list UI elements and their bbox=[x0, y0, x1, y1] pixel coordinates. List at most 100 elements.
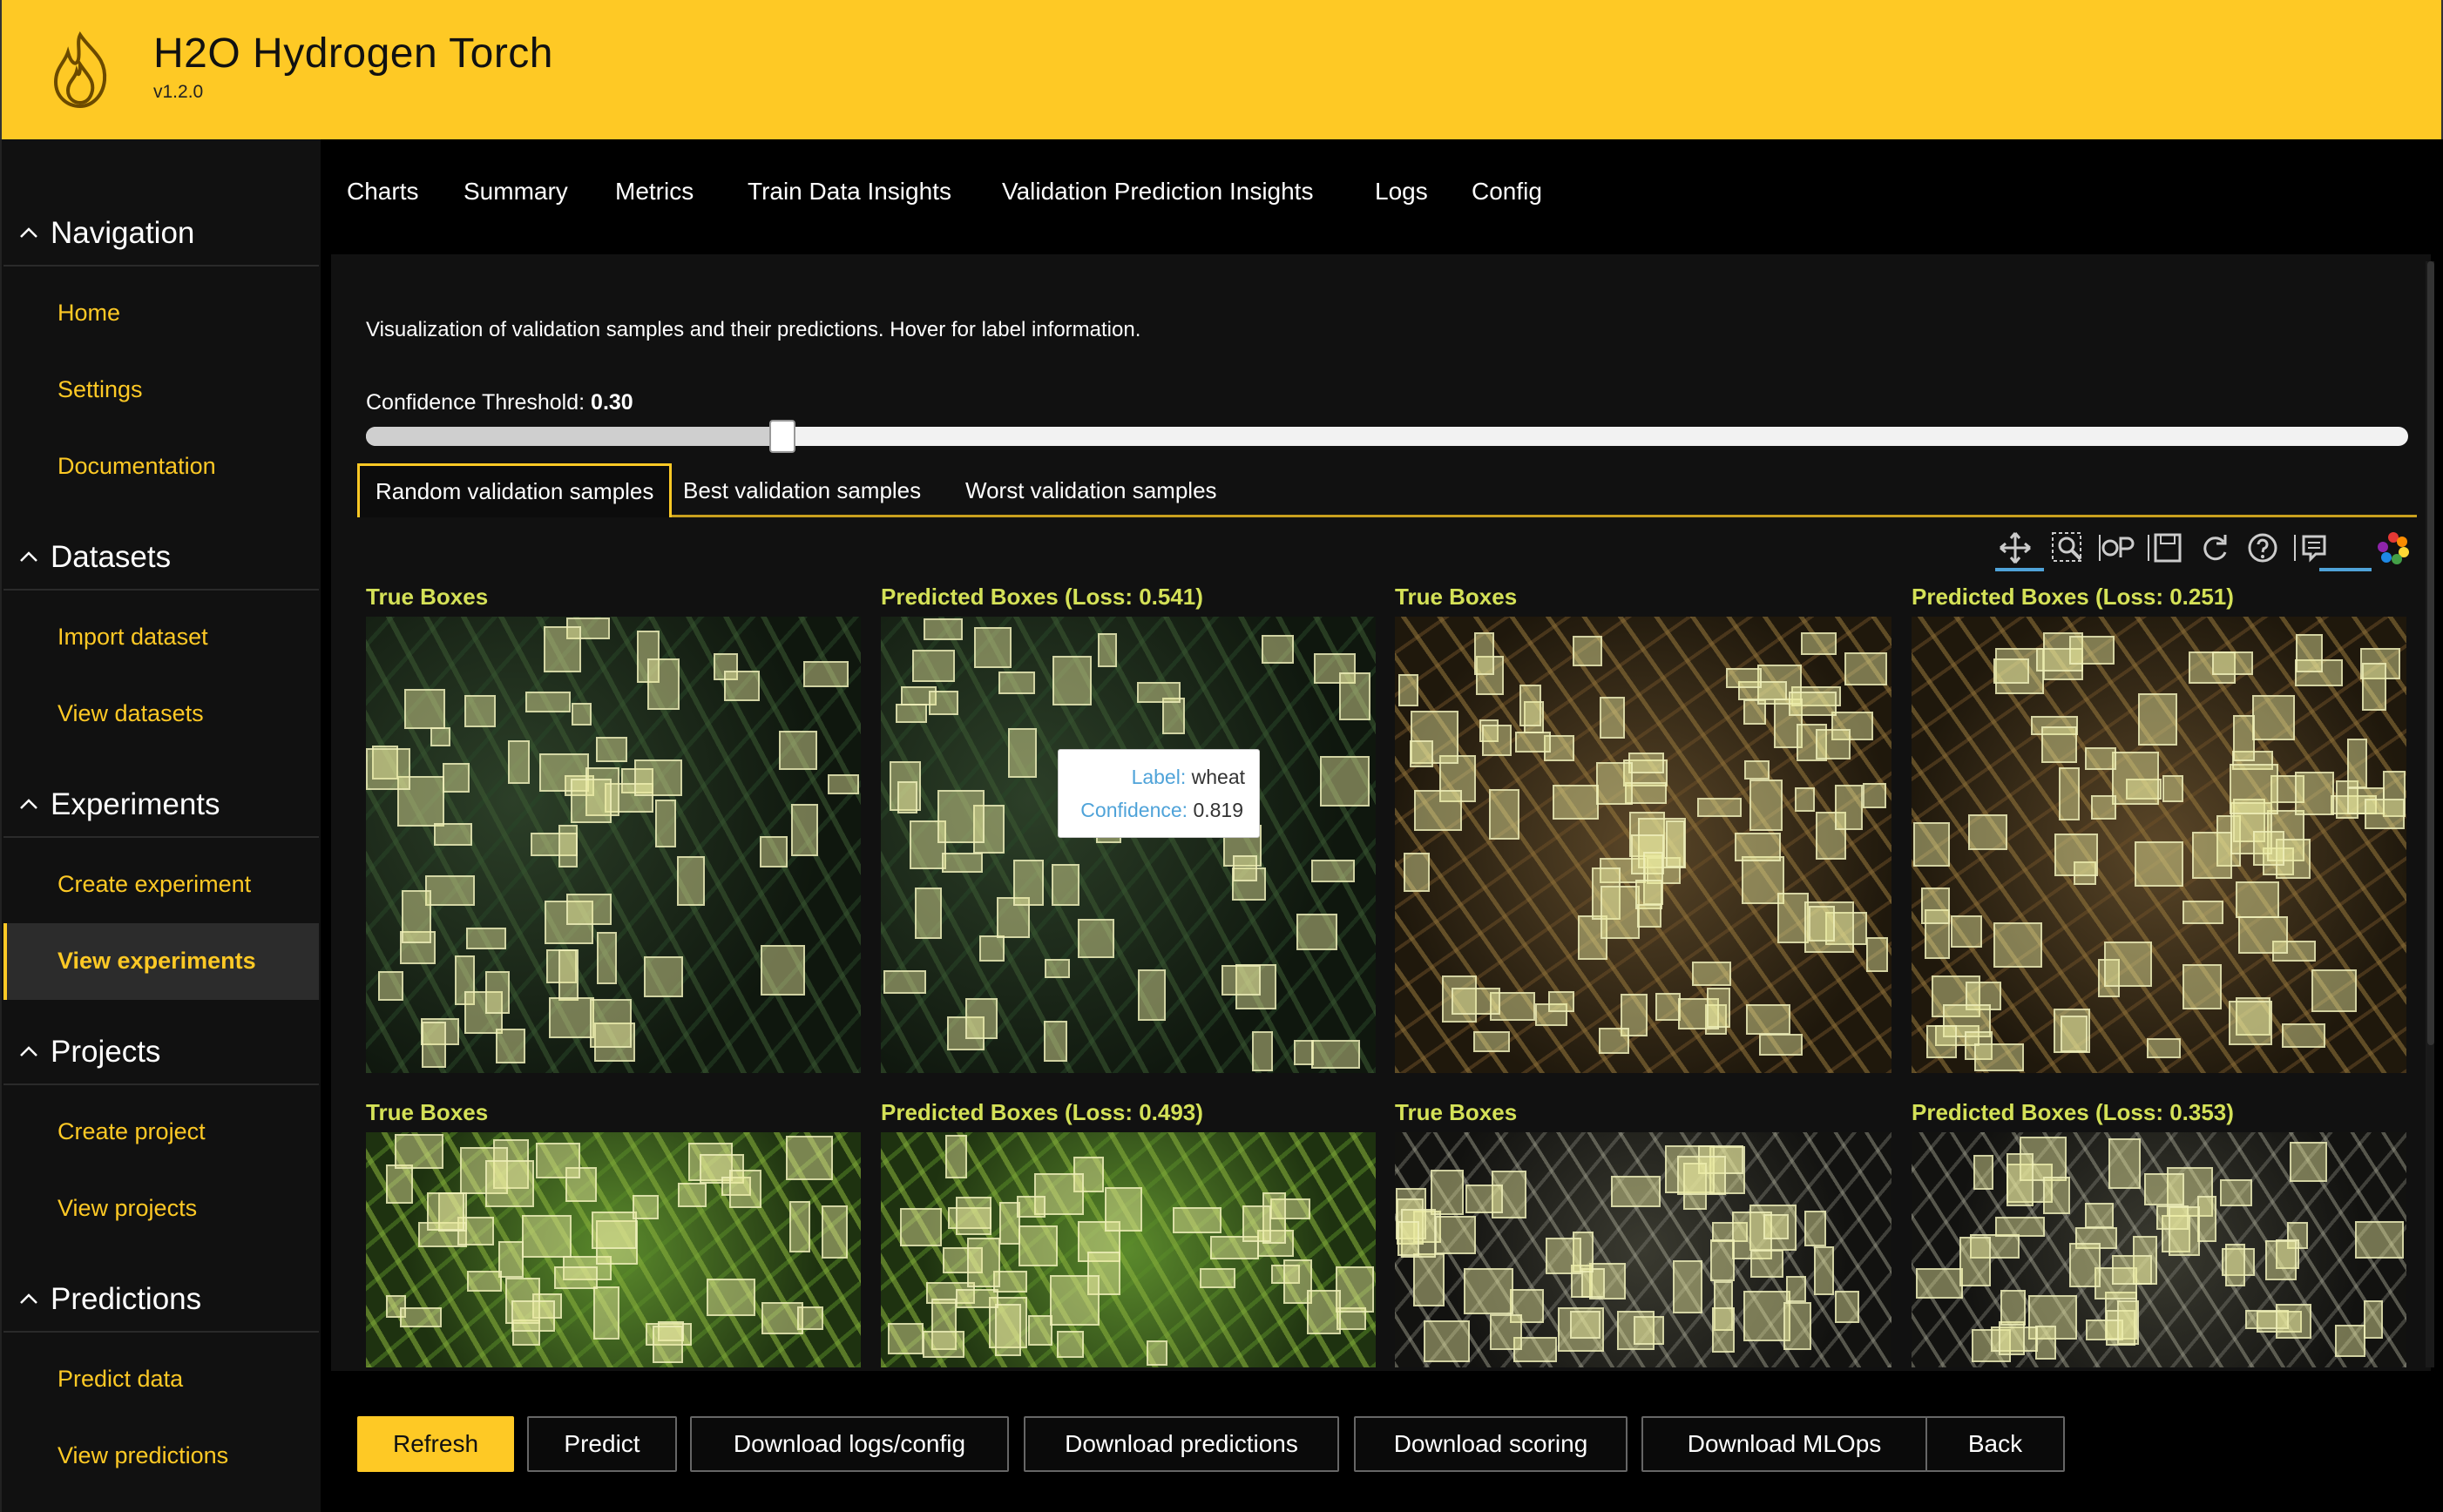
sidebar-item-view-datasets[interactable]: View datasets bbox=[3, 676, 319, 753]
bounding-box[interactable] bbox=[2007, 1153, 2034, 1206]
bounding-box[interactable] bbox=[1801, 632, 1837, 655]
bounding-box[interactable] bbox=[2147, 1038, 2181, 1058]
bounding-box[interactable] bbox=[1786, 1276, 1806, 1302]
predicted-boxes-image[interactable] bbox=[1912, 617, 2406, 1073]
bounding-box[interactable] bbox=[366, 748, 410, 790]
bounding-box[interactable] bbox=[1634, 1316, 1664, 1345]
confidence-threshold-slider[interactable] bbox=[366, 427, 2408, 446]
bounding-box[interactable] bbox=[536, 1143, 580, 1178]
bounding-box[interactable] bbox=[1707, 988, 1730, 1028]
bounding-box[interactable] bbox=[1666, 820, 1685, 867]
hover-icon[interactable] bbox=[2291, 528, 2331, 568]
bounding-box[interactable] bbox=[2220, 1179, 2252, 1206]
bounding-box[interactable] bbox=[1044, 1021, 1067, 1062]
bounding-box[interactable] bbox=[1697, 798, 1742, 817]
bounding-box[interactable] bbox=[729, 1170, 761, 1208]
bounding-box[interactable] bbox=[1424, 1320, 1470, 1362]
sidebar-item-settings[interactable]: Settings bbox=[3, 352, 319, 429]
bounding-box[interactable] bbox=[1242, 1205, 1271, 1242]
bounding-box[interactable] bbox=[597, 932, 617, 984]
bounding-box[interactable] bbox=[2230, 764, 2278, 814]
bounding-box[interactable] bbox=[1677, 1156, 1726, 1195]
bounding-box[interactable] bbox=[1489, 789, 1519, 840]
bounding-box[interactable] bbox=[896, 704, 927, 723]
download-logs-config-button[interactable]: Download logs/config bbox=[690, 1416, 1009, 1472]
bounding-box[interactable] bbox=[2236, 881, 2279, 918]
bounding-box[interactable] bbox=[791, 804, 818, 856]
bounding-box[interactable] bbox=[2135, 841, 2183, 887]
scrollbar-thumb[interactable] bbox=[2427, 261, 2434, 1045]
bounding-box[interactable] bbox=[2362, 663, 2386, 711]
tab-summary[interactable]: Summary bbox=[464, 178, 568, 206]
bounding-box[interactable] bbox=[1435, 1216, 1476, 1254]
bounding-box[interactable] bbox=[425, 875, 475, 906]
bounding-box[interactable] bbox=[400, 1307, 442, 1327]
bounding-box[interactable] bbox=[1628, 753, 1664, 773]
bounding-box[interactable] bbox=[1515, 732, 1551, 753]
bounding-box[interactable] bbox=[2365, 799, 2405, 829]
bounding-box[interactable] bbox=[965, 998, 998, 1039]
bounding-box[interactable] bbox=[803, 661, 849, 687]
bounding-box[interactable] bbox=[2169, 1206, 2200, 1256]
bounding-box[interactable] bbox=[1835, 785, 1863, 830]
true-boxes-image[interactable] bbox=[366, 617, 861, 1073]
bounding-box[interactable] bbox=[508, 740, 530, 784]
bounding-box[interactable] bbox=[888, 1323, 924, 1354]
bounding-box[interactable] bbox=[967, 1238, 1000, 1287]
bounding-box[interactable] bbox=[1464, 1268, 1513, 1314]
bounding-box[interactable] bbox=[2043, 1177, 2070, 1214]
bounding-box[interactable] bbox=[2108, 1138, 2141, 1189]
bounding-box[interactable] bbox=[2117, 1300, 2139, 1345]
slider-handle[interactable] bbox=[769, 420, 796, 453]
bounding-box[interactable] bbox=[1482, 725, 1512, 756]
bounding-box[interactable] bbox=[1974, 1043, 2024, 1071]
bounding-box[interactable] bbox=[1105, 1187, 1142, 1232]
bounding-box[interactable] bbox=[1013, 860, 1044, 906]
sidebar-section-projects[interactable]: Projects bbox=[3, 1016, 319, 1085]
bounding-box[interactable] bbox=[485, 971, 510, 1014]
bounding-box[interactable] bbox=[929, 691, 958, 715]
bounding-box[interactable] bbox=[1759, 1034, 1803, 1056]
predict-button[interactable]: Predict bbox=[527, 1416, 677, 1472]
bounding-box[interactable] bbox=[786, 1136, 833, 1180]
bounding-box[interactable] bbox=[828, 774, 859, 794]
bounding-box[interactable] bbox=[2192, 832, 2232, 879]
bounding-box[interactable] bbox=[558, 949, 579, 1001]
bounding-box[interactable] bbox=[1959, 1237, 1991, 1286]
true-boxes-image[interactable] bbox=[1395, 1132, 1891, 1367]
bounding-box[interactable] bbox=[402, 890, 431, 943]
bounding-box[interactable] bbox=[677, 856, 705, 906]
bounding-box[interactable] bbox=[937, 790, 985, 843]
bounding-box[interactable] bbox=[1057, 1331, 1084, 1358]
bounding-box[interactable] bbox=[923, 1331, 964, 1358]
bounding-box[interactable] bbox=[2335, 1325, 2365, 1357]
bounding-box[interactable] bbox=[1600, 886, 1640, 939]
bounding-box[interactable] bbox=[2364, 1300, 2383, 1339]
back-button[interactable]: Back bbox=[1925, 1416, 2065, 1472]
bounding-box[interactable] bbox=[1596, 762, 1633, 805]
bounding-box[interactable] bbox=[1581, 1268, 1605, 1298]
bounding-box[interactable] bbox=[1746, 1004, 1790, 1035]
bounding-box[interactable] bbox=[2212, 651, 2253, 675]
sidebar-item-view-projects[interactable]: View projects bbox=[3, 1171, 319, 1247]
bounding-box[interactable] bbox=[378, 971, 403, 1001]
bounding-box[interactable] bbox=[924, 618, 963, 640]
bounding-box[interactable] bbox=[430, 727, 450, 746]
bounding-box[interactable] bbox=[633, 1195, 659, 1219]
bounding-box[interactable] bbox=[1599, 1028, 1629, 1054]
bounding-box[interactable] bbox=[1414, 790, 1462, 831]
subtab-random-validation-samples[interactable]: Random validation samples bbox=[357, 463, 673, 517]
true-boxes-image[interactable] bbox=[1395, 617, 1891, 1073]
bounding-box[interactable] bbox=[1200, 1268, 1235, 1288]
bounding-box[interactable] bbox=[2295, 772, 2334, 815]
bounding-box[interactable] bbox=[1262, 635, 1294, 664]
help-icon[interactable] bbox=[2243, 528, 2283, 568]
bounding-box[interactable] bbox=[2085, 1203, 2114, 1228]
bounding-box[interactable] bbox=[2112, 1255, 2152, 1285]
download-scoring-button[interactable]: Download scoring bbox=[1354, 1416, 1628, 1472]
plotly-logo-icon[interactable] bbox=[2373, 528, 2413, 568]
bounding-box[interactable] bbox=[1410, 740, 1433, 767]
bounding-box[interactable] bbox=[2233, 715, 2255, 761]
bounding-box[interactable] bbox=[1252, 1031, 1273, 1071]
bounding-box[interactable] bbox=[979, 935, 1005, 962]
